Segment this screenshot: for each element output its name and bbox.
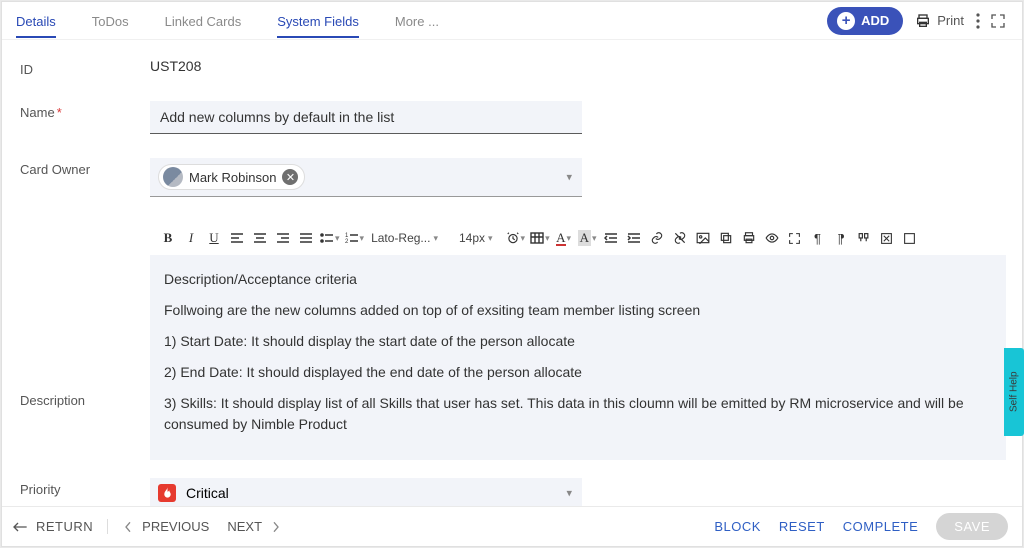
priority-value: Critical — [186, 485, 229, 501]
highlight-color-icon[interactable]: A▾ — [577, 228, 598, 248]
bullet-list-icon[interactable]: ▾ — [319, 228, 341, 248]
tab-bar: Details ToDos Linked Cards System Fields… — [2, 2, 1022, 40]
priority-select[interactable]: Critical ▾ — [150, 478, 582, 506]
number-list-icon[interactable]: 12▾ — [344, 228, 366, 248]
description-editor[interactable]: Description/Acceptance criteria Follwoin… — [150, 255, 1006, 460]
footer: RETURN PREVIOUS NEXT BLOCK RESET COMPLET… — [2, 506, 1022, 546]
self-help-tab[interactable]: Self Help — [1004, 348, 1024, 436]
chevron-left-icon[interactable] — [124, 521, 132, 533]
underline-icon[interactable]: U — [204, 228, 224, 248]
rte-line: 1) Start Date: It should display the sta… — [164, 331, 992, 352]
copy-icon[interactable] — [716, 228, 736, 248]
avatar-icon — [163, 167, 183, 187]
table-icon[interactable]: ▾ — [529, 228, 551, 248]
complete-button[interactable]: COMPLETE — [843, 519, 919, 534]
image-icon[interactable] — [693, 228, 713, 248]
reset-button[interactable]: RESET — [779, 519, 825, 534]
align-left-icon[interactable] — [227, 228, 247, 248]
add-button[interactable]: + ADD — [827, 7, 903, 35]
rte-line: 2) End Date: It should displayed the end… — [164, 362, 992, 383]
expand-icon[interactable] — [785, 228, 805, 248]
tab-todos[interactable]: ToDos — [92, 4, 129, 37]
card-owner-select[interactable]: Mark Robinson ✕ ▾ — [150, 158, 582, 197]
tab-more[interactable]: More ... — [395, 4, 439, 37]
link-icon[interactable] — [647, 228, 667, 248]
unlink-icon[interactable] — [670, 228, 690, 248]
required-asterisk: * — [57, 105, 62, 120]
id-label: ID — [20, 58, 150, 77]
save-button: SAVE — [936, 513, 1008, 540]
owner-chip: Mark Robinson ✕ — [158, 164, 305, 190]
font-size-select[interactable]: 14px▾ — [456, 231, 496, 245]
preview-icon[interactable] — [762, 228, 782, 248]
font-family-select[interactable]: Lato-Reg...▾ — [368, 231, 441, 245]
print-rte-icon[interactable] — [739, 228, 759, 248]
arrow-left-icon — [12, 521, 28, 533]
print-label: Print — [937, 13, 964, 28]
chevron-right-icon[interactable] — [272, 521, 280, 533]
add-button-label: ADD — [861, 13, 889, 28]
paragraph-icon[interactable]: ¶ — [808, 228, 828, 248]
priority-label: Priority — [20, 478, 150, 497]
description-label: Description — [20, 273, 150, 408]
block-button[interactable]: BLOCK — [714, 519, 761, 534]
next-button[interactable]: NEXT — [227, 519, 262, 534]
rte-toolbar: B I U ▾ 12▾ Lato-Reg...▾ 14px▾ ▾ ▾ A▾ A▾ — [150, 221, 1006, 255]
italic-icon[interactable]: I — [181, 228, 201, 248]
text-color-icon[interactable]: A▾ — [554, 228, 574, 248]
rte-line: Description/Acceptance criteria — [164, 269, 992, 290]
align-justify-icon[interactable] — [296, 228, 316, 248]
tab-linked-cards[interactable]: Linked Cards — [165, 4, 242, 37]
find-icon[interactable] — [854, 228, 874, 248]
plus-icon: + — [837, 12, 855, 30]
owner-chip-name: Mark Robinson — [189, 170, 276, 185]
tab-details[interactable]: Details — [16, 4, 56, 37]
source-icon[interactable] — [900, 228, 920, 248]
rte-line: Follwoing are the new columns added on t… — [164, 300, 992, 321]
indent-icon[interactable] — [624, 228, 644, 248]
id-value: UST208 — [150, 58, 201, 74]
paragraph-rtl-icon[interactable]: ¶ — [831, 228, 851, 248]
bold-icon[interactable]: B — [158, 228, 178, 248]
outdent-icon[interactable] — [601, 228, 621, 248]
align-center-icon[interactable] — [250, 228, 270, 248]
previous-button[interactable]: PREVIOUS — [142, 519, 209, 534]
card-owner-label: Card Owner — [20, 158, 150, 177]
return-button[interactable]: RETURN — [12, 519, 108, 534]
alarm-icon[interactable]: ▾ — [505, 228, 527, 248]
clear-format-icon[interactable] — [877, 228, 897, 248]
tab-system-fields[interactable]: System Fields — [277, 4, 359, 37]
align-right-icon[interactable] — [273, 228, 293, 248]
chevron-down-icon: ▾ — [566, 171, 572, 184]
name-input[interactable]: Add new columns by default in the list — [150, 101, 582, 134]
name-label: Name* — [20, 101, 150, 120]
fullscreen-icon[interactable] — [990, 13, 1006, 29]
flame-icon — [158, 484, 176, 502]
remove-owner-icon[interactable]: ✕ — [282, 169, 298, 185]
rte-line: 3) Skills: It should display list of all… — [164, 393, 992, 435]
chevron-down-icon: ▾ — [566, 487, 572, 500]
more-options-icon[interactable] — [976, 13, 980, 29]
svg-text:2: 2 — [345, 239, 349, 244]
print-button[interactable]: Print — [915, 13, 964, 29]
printer-icon — [915, 13, 931, 29]
